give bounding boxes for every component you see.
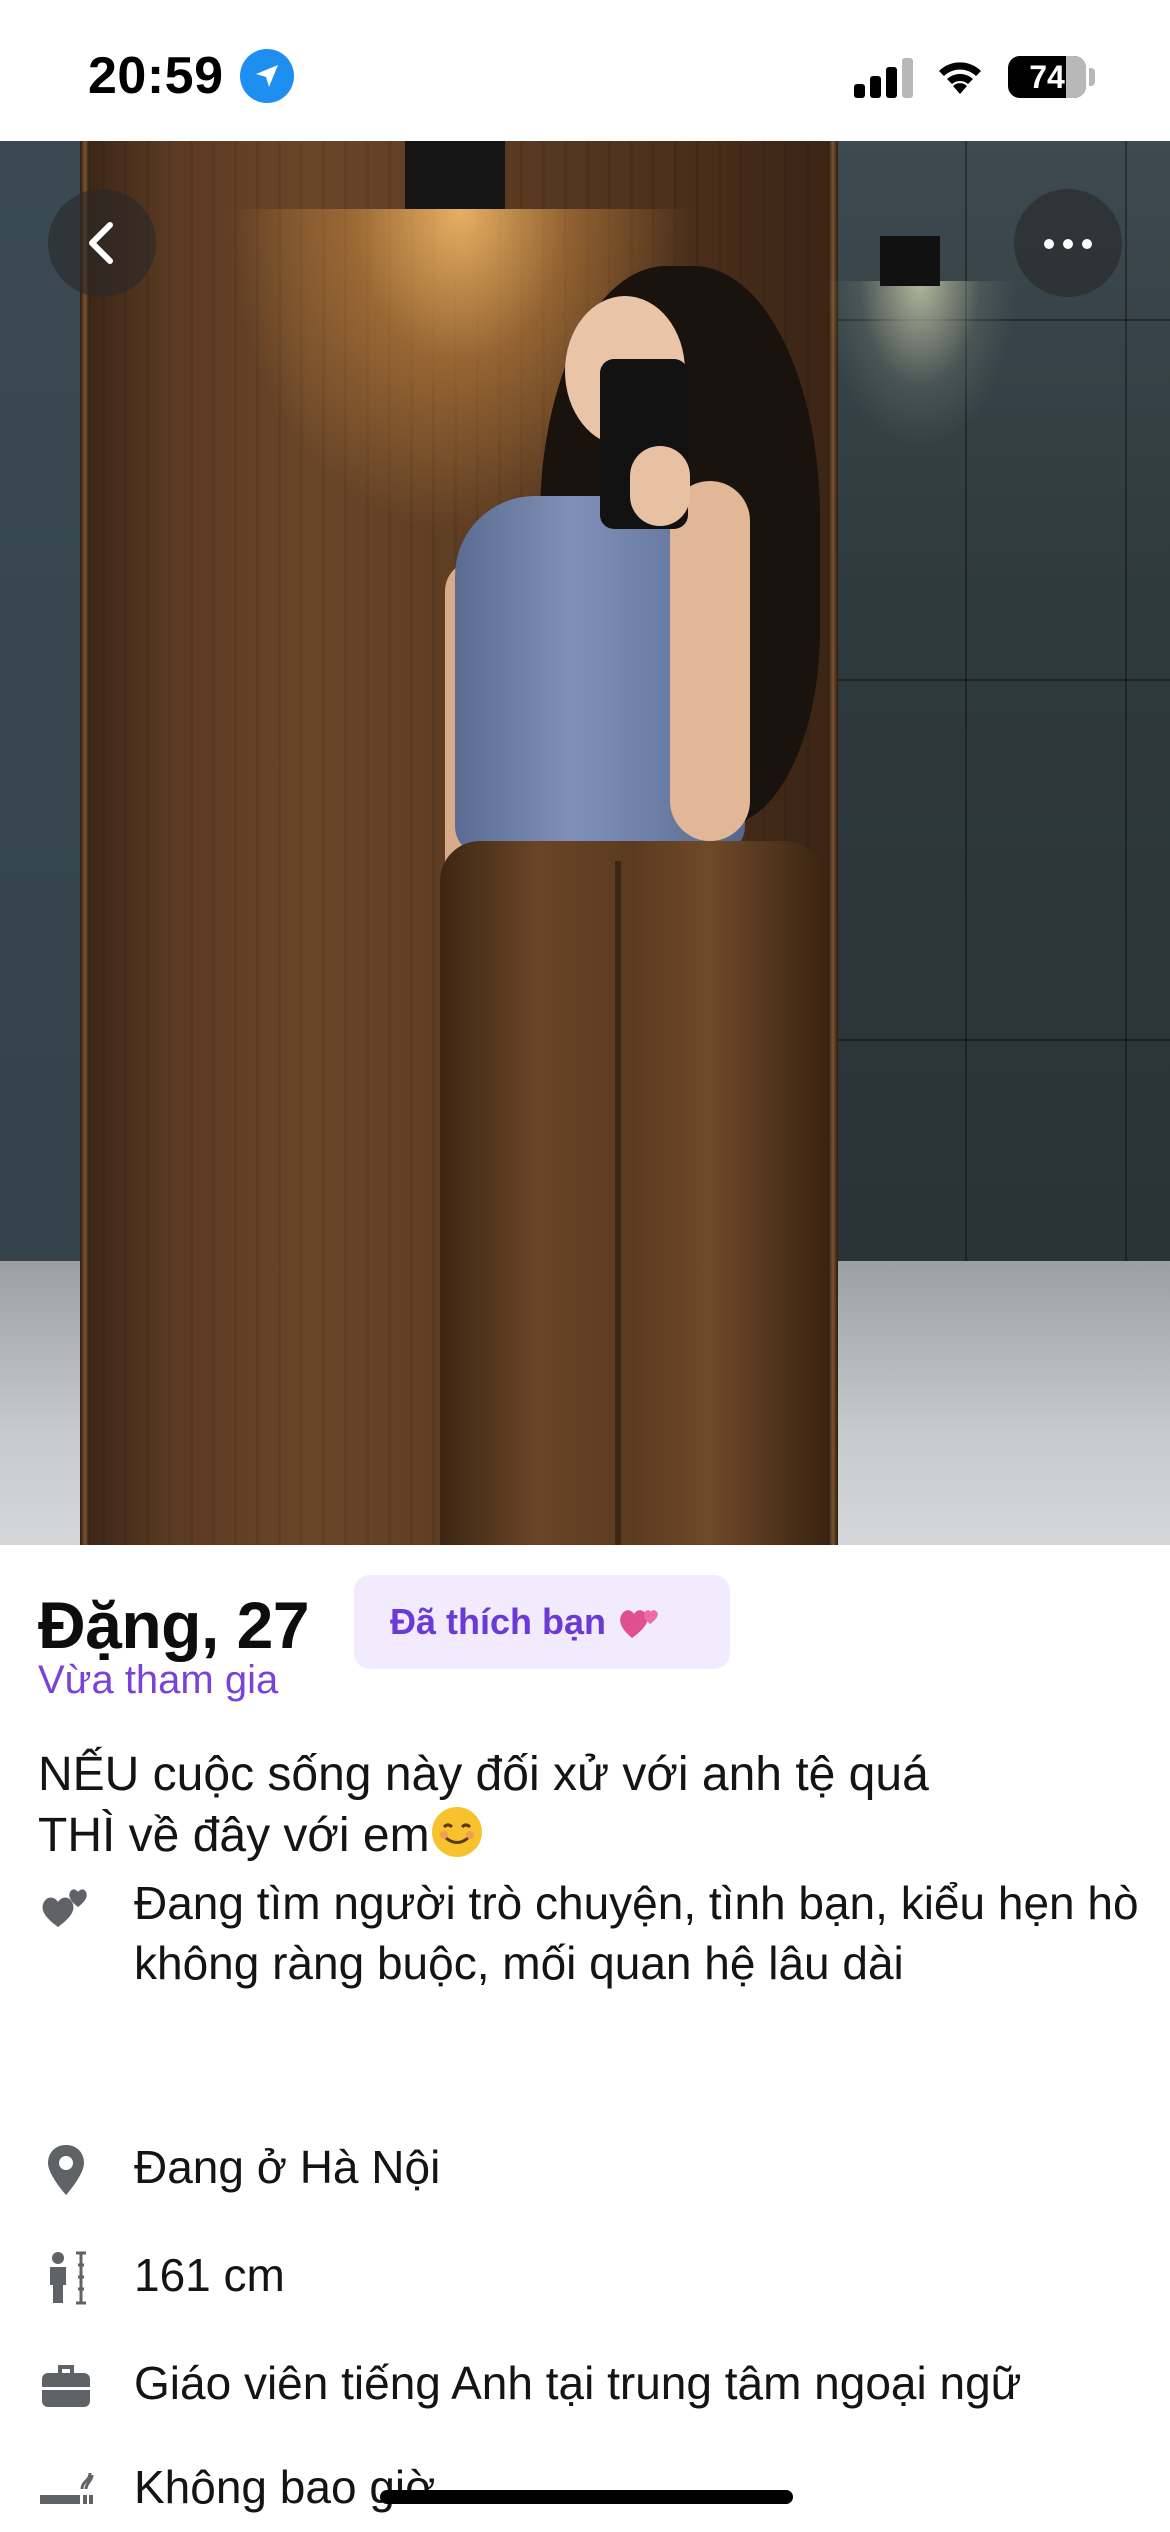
detail-location-text: Đang ở Hà Nội [134, 2141, 441, 2193]
liked-you-label: Đã thích bạn [390, 1601, 607, 1642]
photo-lamp [405, 141, 505, 209]
detail-height-text: 161 cm [134, 2249, 285, 2301]
profile-screen: 20:59 74 Đặng, 27 Đã thích bạn Vừa tham … [0, 0, 1170, 2532]
photo-lamp-2 [880, 236, 940, 286]
home-indicator[interactable] [380, 2490, 793, 2504]
profile-photo[interactable] [0, 141, 1170, 1545]
more-dot [1082, 239, 1092, 249]
back-button[interactable] [48, 189, 156, 297]
photo-arm-right [670, 481, 750, 841]
detail-looking-for-text: Đang tìm người trò chuyện, tình bạn, kiể… [134, 1877, 1139, 1989]
status-bar: 20:59 74 [0, 0, 1170, 141]
cellular-signal-icon [854, 58, 914, 98]
smoking-icon [40, 2472, 94, 2504]
battery-tip [1089, 68, 1095, 86]
photo-panel-edge-left [80, 141, 90, 1545]
hearts-icon [42, 1889, 87, 1927]
bio-line-1: NẾU cuộc sống này đối xử với anh tệ quá [38, 1748, 929, 1801]
location-pin-icon [48, 2145, 84, 2195]
more-button[interactable] [1014, 189, 1122, 297]
profile-name-age: Đặng, 27 [38, 1588, 310, 1662]
more-horizontal-icon [1044, 239, 1054, 249]
photo-light-2 [820, 281, 1020, 581]
photo-pants-fold [615, 861, 621, 1545]
detail-smoking-text: Không bao giờ [134, 2461, 436, 2513]
smiling-face-icon [431, 1807, 482, 1857]
liked-you-badge: Đã thích bạn [354, 1575, 730, 1669]
location-arrow-icon [240, 49, 294, 103]
profile-bio: NẾU cuộc sống này đối xử với anh tệ quá … [38, 1745, 1138, 1866]
battery-icon: 74 [1008, 56, 1086, 98]
wifi-icon [933, 54, 987, 101]
two-hearts-icon [620, 1610, 658, 1638]
bio-line-2: THÌ về đây với em [38, 1805, 1138, 1866]
height-icon [50, 2251, 86, 2305]
briefcase-icon [42, 2365, 90, 2407]
status-time: 20:59 [88, 47, 224, 105]
photo-wall-left [0, 141, 85, 1261]
detail-job-text: Giáo viên tiếng Anh tại trung tâm ngoại … [134, 2357, 1022, 2409]
chevron-left-icon [89, 222, 113, 264]
more-dot [1063, 239, 1073, 249]
photo-pants [440, 841, 825, 1545]
bio-line-2-text: THÌ về đây với em [38, 1809, 430, 1862]
profile-info: Đặng, 27 Đã thích bạn Vừa tham gia NẾU c… [0, 1545, 1170, 2532]
joined-recently-label: Vừa tham gia [38, 1658, 279, 1702]
photo-hand [630, 446, 690, 526]
battery-level: 74 [1029, 58, 1065, 95]
